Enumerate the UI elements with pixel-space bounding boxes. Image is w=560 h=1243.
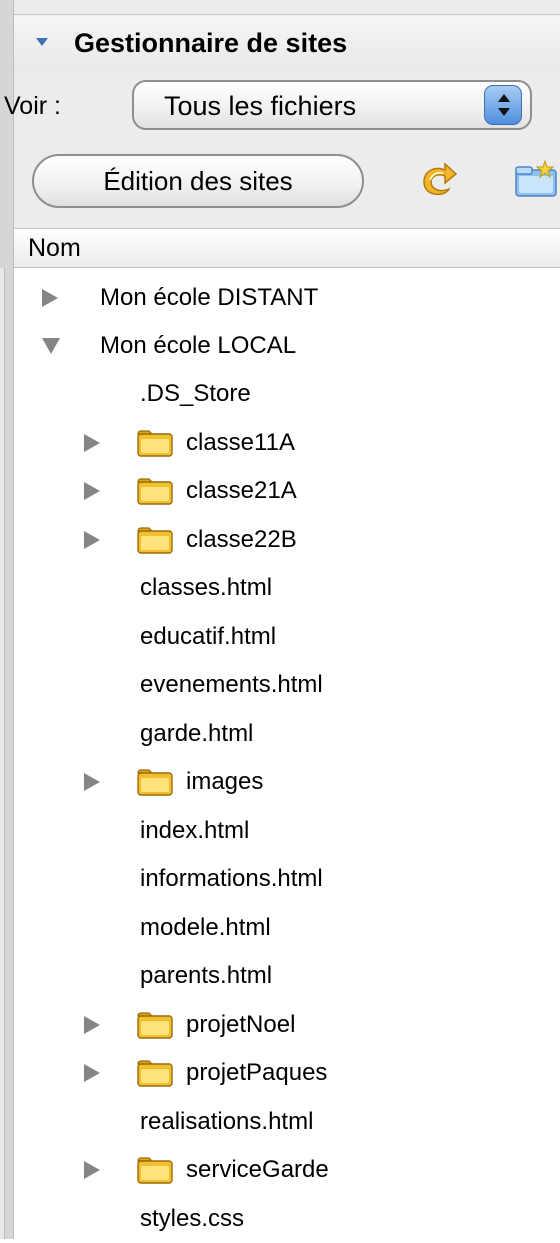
tree-item-label: styles.css — [140, 1204, 245, 1232]
tree-item-label: educatif.html — [140, 622, 277, 650]
collapse-triangle-icon[interactable] — [42, 338, 60, 354]
tree-row-file[interactable]: modele.html — [14, 904, 560, 952]
tree-row-folder[interactable]: classe21A — [14, 467, 560, 515]
tree-row-file[interactable]: classes.html — [14, 564, 560, 612]
expand-triangle-icon[interactable] — [84, 1161, 100, 1179]
tree-item-label: classe22B — [186, 525, 297, 553]
tree-item-label: informations.html — [140, 865, 323, 892]
site-remote-label: Mon école DISTANT — [100, 284, 319, 311]
tree-row-site-remote[interactable]: Mon école DISTANT — [14, 274, 560, 322]
site-manager-panel: Gestionnaire de sites Voir : Tous les fi… — [0, 0, 560, 1239]
view-select[interactable]: Tous les fichiers — [132, 80, 532, 130]
edit-sites-button[interactable]: Édition des sites — [32, 154, 364, 208]
tree-row-folder[interactable]: classe11A — [14, 419, 560, 467]
panel-title: Gestionnaire de sites — [74, 28, 348, 58]
tree-item-label: classes.html — [140, 574, 273, 601]
tree-row-file[interactable]: styles.css — [14, 1195, 560, 1243]
column-header[interactable]: Nom — [14, 228, 560, 268]
tree-row-folder[interactable]: projetNoel — [14, 1001, 560, 1049]
tree-item-label: parents.html — [140, 962, 273, 989]
tree-item-label: serviceGarde — [186, 1156, 329, 1183]
column-header-name: Nom — [28, 234, 81, 262]
expand-triangle-icon[interactable] — [84, 1064, 100, 1082]
tree-row-folder[interactable]: serviceGarde — [14, 1146, 560, 1194]
tree-row-file[interactable]: parents.html — [14, 952, 560, 1000]
arrow-down-icon — [498, 108, 510, 116]
tree-row-site-local[interactable]: Mon école LOCAL — [14, 322, 560, 370]
view-label: Voir : — [4, 92, 61, 120]
expand-triangle-icon[interactable] — [84, 530, 100, 549]
site-local-label: Mon école LOCAL — [100, 332, 297, 359]
folder-icon — [137, 1011, 173, 1039]
tree-row-folder[interactable]: classe22B — [14, 516, 560, 564]
tree-item-label: classe21A — [186, 477, 297, 504]
tree-item-label: images — [186, 768, 264, 795]
tree-row-file[interactable]: realisations.html — [14, 1098, 560, 1146]
tree-row-file[interactable]: evenements.html — [14, 661, 560, 709]
expand-triangle-icon[interactable] — [42, 289, 58, 307]
folder-icon — [137, 526, 173, 554]
tree-item-label: projetPaques — [186, 1059, 328, 1086]
expand-triangle-icon[interactable] — [84, 773, 100, 791]
tree-item-label: .DS_Store — [140, 380, 251, 407]
new-folder-icon[interactable] — [510, 160, 560, 200]
refresh-icon[interactable] — [418, 160, 462, 200]
folder-icon — [137, 1060, 173, 1087]
folder-icon — [137, 429, 173, 457]
tree-row-file[interactable]: index.html — [14, 807, 560, 855]
expand-triangle-icon[interactable] — [84, 1015, 100, 1034]
tree-row-file[interactable]: informations.html — [14, 855, 560, 903]
folder-icon — [137, 478, 173, 505]
tree-item-label: garde.html — [140, 719, 254, 747]
arrow-up-icon — [498, 94, 510, 102]
tree-item-label: index.html — [140, 816, 250, 844]
tree-row-file[interactable]: .DS_Store — [14, 370, 560, 418]
tree-row-file[interactable]: garde.html — [14, 710, 560, 758]
folder-icon — [137, 1157, 173, 1184]
collapse-panel-icon[interactable] — [36, 38, 48, 46]
tree-row-folder[interactable]: projetPaques — [14, 1049, 560, 1097]
expand-triangle-icon[interactable] — [84, 433, 100, 452]
view-select-value: Tous les fichiers — [164, 91, 357, 121]
tree-left-edge — [0, 268, 5, 1239]
tree-item-label: classe11A — [186, 428, 295, 456]
folder-icon — [137, 769, 173, 796]
tree-item-label: modele.html — [140, 913, 271, 941]
expand-triangle-icon[interactable] — [84, 482, 100, 500]
tree-row-file[interactable]: educatif.html — [14, 613, 560, 661]
tree-item-label: projetNoel — [186, 1010, 296, 1038]
tree-row-folder[interactable]: images — [14, 758, 560, 806]
select-arrows-icon — [484, 85, 522, 125]
tree-item-label: evenements.html — [140, 671, 323, 698]
tree-item-label: realisations.html — [140, 1107, 314, 1135]
